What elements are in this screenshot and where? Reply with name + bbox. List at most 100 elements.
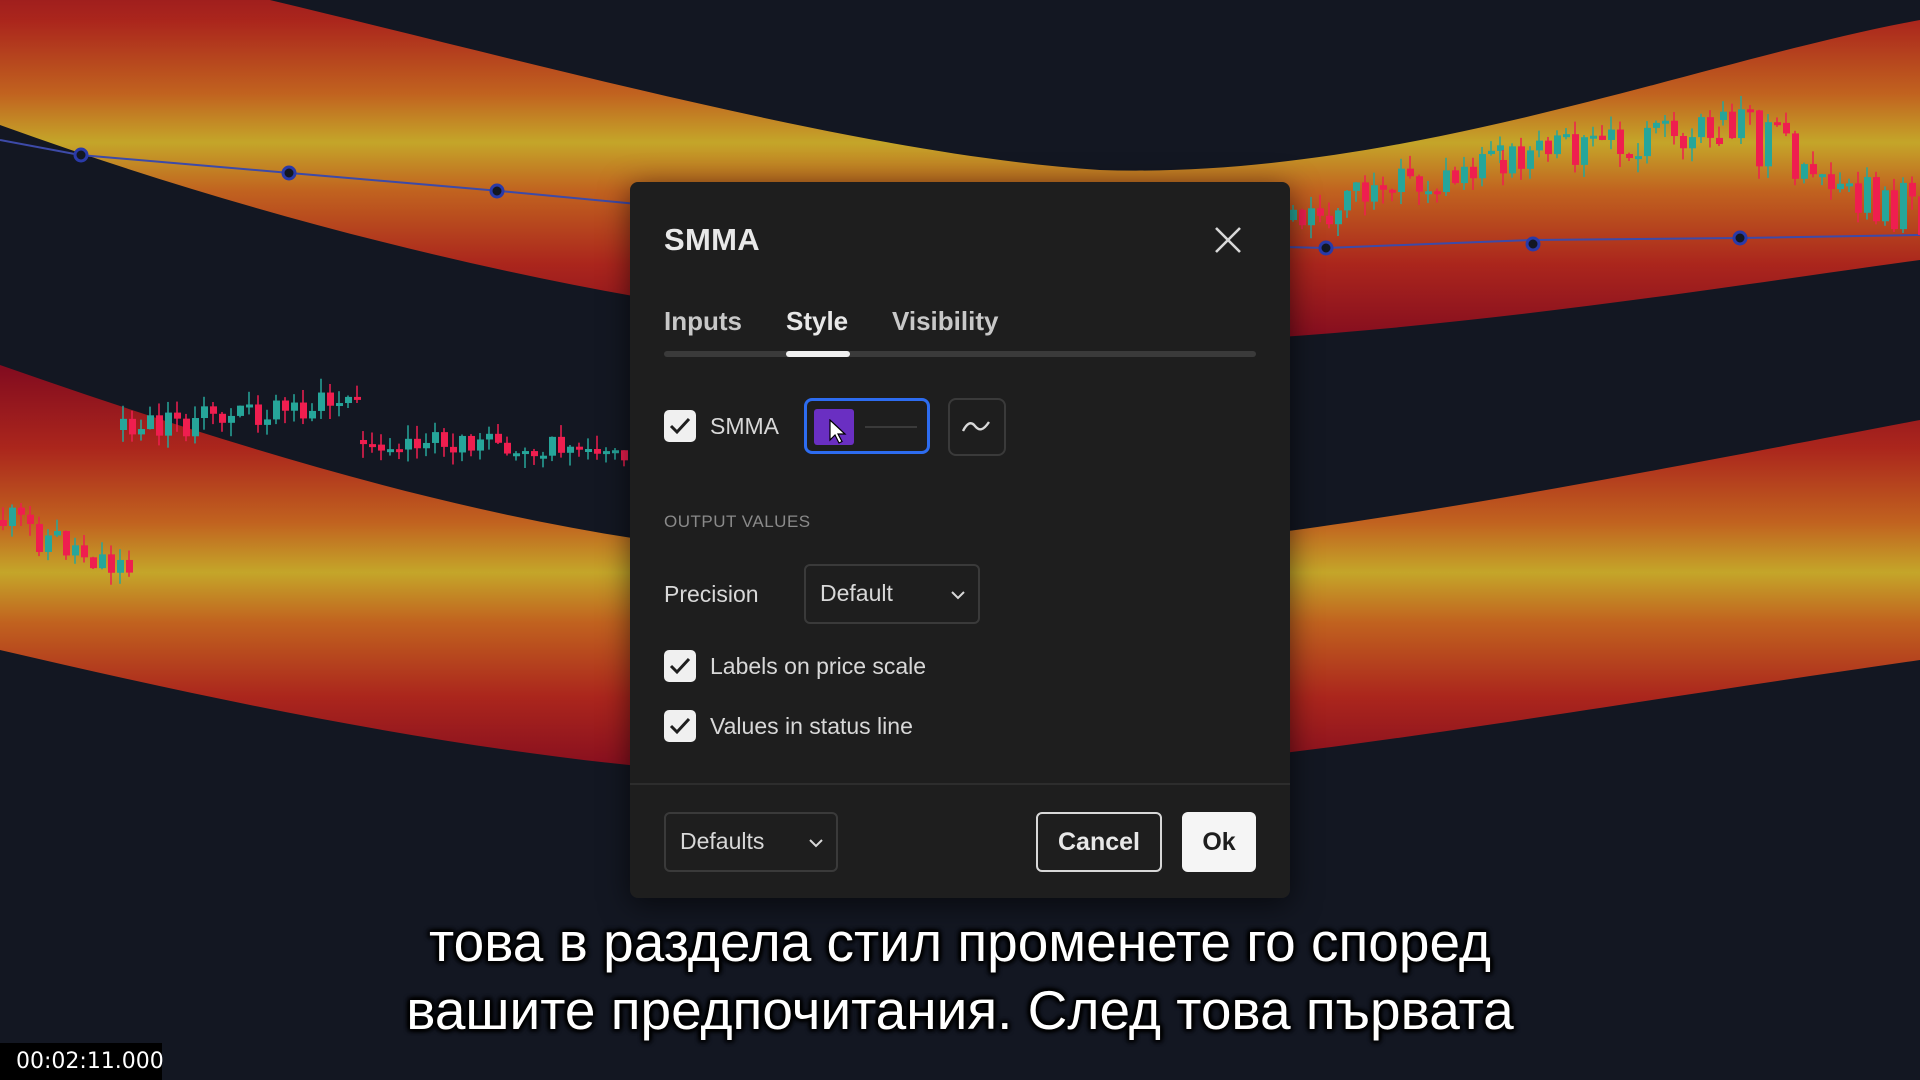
candle: [1855, 183, 1862, 213]
candle: [1783, 122, 1790, 134]
cancel-button[interactable]: Cancel: [1036, 812, 1162, 872]
candle: [1398, 168, 1405, 193]
candle: [1389, 189, 1396, 193]
candle: [1720, 111, 1727, 120]
precision-value: Default: [820, 580, 893, 606]
line-point: [489, 183, 505, 199]
candle: [237, 405, 244, 416]
values-in-status-line-checkbox[interactable]: [664, 710, 696, 742]
subtitle-line-2: вашите предпочитания. След това първата: [406, 979, 1514, 1041]
candle: [1452, 170, 1459, 184]
dialog-title: SMMA: [664, 222, 760, 257]
tab-style[interactable]: Style: [786, 306, 848, 337]
candle: [108, 554, 115, 573]
line-point: [73, 147, 89, 163]
line-width-preview: [865, 426, 917, 428]
tab-inputs[interactable]: Inputs: [664, 306, 742, 337]
candle: [9, 507, 16, 526]
precision-label: Precision: [664, 581, 759, 607]
defaults-label: Defaults: [680, 828, 765, 854]
footer-divider: [630, 783, 1290, 785]
candle: [147, 415, 154, 430]
candle: [1671, 120, 1678, 136]
candle: [585, 448, 592, 452]
candle: [450, 446, 457, 453]
candle: [1828, 174, 1835, 190]
candle: [81, 545, 88, 558]
candle: [405, 438, 412, 450]
candle: [126, 559, 133, 573]
candle: [36, 523, 43, 552]
precision-select[interactable]: Default: [804, 564, 980, 624]
candle: [1518, 146, 1525, 169]
candle: [441, 432, 448, 447]
candle: [129, 418, 136, 435]
candle: [1590, 135, 1597, 139]
candle: [1810, 164, 1817, 175]
candle: [300, 402, 307, 419]
candle: [1380, 185, 1387, 190]
candle: [1644, 127, 1651, 157]
candle: [1819, 174, 1826, 178]
candle: [192, 418, 199, 437]
candle: [54, 531, 61, 536]
candle: [1461, 166, 1468, 184]
candle: [1536, 140, 1543, 151]
plot-style-button[interactable]: [948, 398, 1006, 456]
candle: [1864, 177, 1871, 213]
candle: [1698, 117, 1705, 138]
candle: [1344, 190, 1351, 211]
labels-on-price-scale-checkbox[interactable]: [664, 650, 696, 682]
candle: [219, 413, 226, 423]
candle: [0, 520, 7, 526]
candle: [72, 545, 79, 556]
values-in-status-line-label: Values in status line: [710, 713, 913, 739]
candle: [414, 438, 421, 449]
candle: [621, 450, 628, 461]
candle: [360, 440, 367, 445]
candle: [1653, 122, 1660, 128]
candle: [228, 415, 235, 423]
candle: [486, 433, 493, 440]
candle: [183, 418, 190, 437]
candle: [117, 559, 124, 573]
plot-color-picker-button[interactable]: [804, 398, 930, 454]
candle: [246, 404, 253, 408]
smma-plot-checkbox[interactable]: [664, 410, 696, 442]
tab-track: [664, 351, 1256, 357]
defaults-dropdown[interactable]: Defaults: [664, 812, 838, 872]
ok-button[interactable]: Ok: [1182, 812, 1256, 872]
candle: [1635, 156, 1642, 160]
candle: [336, 403, 343, 407]
candle: [282, 400, 289, 411]
candle: [540, 455, 547, 459]
candle: [1545, 140, 1552, 155]
candle: [354, 396, 361, 400]
candle: [1662, 120, 1669, 124]
line-style-icon: [961, 421, 990, 432]
candle: [120, 418, 127, 430]
candle: [468, 435, 475, 451]
candle: [1554, 135, 1561, 155]
close-button[interactable]: [1210, 222, 1246, 258]
candle: [369, 444, 376, 448]
candle: [1371, 185, 1378, 202]
candle: [1729, 111, 1736, 139]
candle: [210, 406, 217, 414]
candle: [174, 412, 181, 419]
candle: [1747, 109, 1754, 113]
candle: [1335, 210, 1342, 225]
candle: [99, 554, 106, 569]
candle: [1891, 190, 1898, 230]
candle: [345, 396, 352, 404]
candle: [1873, 177, 1880, 222]
line-point: [1525, 236, 1541, 252]
candle: [612, 450, 619, 454]
candle: [18, 507, 25, 515]
candle: [1581, 137, 1588, 165]
candle: [378, 444, 385, 451]
candle: [1765, 122, 1772, 167]
candle: [1792, 133, 1799, 179]
candle: [1909, 182, 1916, 197]
tab-visibility[interactable]: Visibility: [892, 306, 998, 337]
